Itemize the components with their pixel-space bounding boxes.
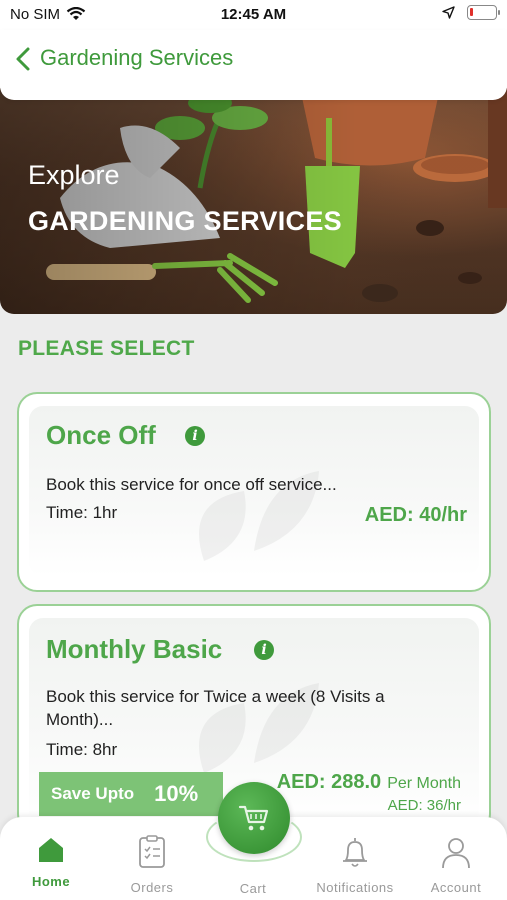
nav-cart[interactable]: Cart (208, 869, 298, 896)
banner-subtitle: Explore (28, 160, 120, 190)
battery-icon (467, 5, 500, 20)
save-value: 10% (154, 781, 199, 806)
bell-icon (343, 838, 367, 867)
price-unit: Per Month (387, 775, 461, 792)
banner-title: GARDENING SERVICES (28, 206, 342, 236)
hourly-price: AED: 36/hr (387, 797, 461, 814)
nav-home[interactable]: Home (6, 835, 96, 889)
card-description: Book this service for once off service..… (46, 475, 337, 494)
info-icon[interactable]: i (185, 426, 205, 446)
nav-notifications[interactable]: Notifications (310, 835, 400, 895)
card-price: AED: 288.0 Per Month (277, 771, 461, 794)
account-icon (442, 838, 470, 869)
cart-button[interactable] (218, 782, 290, 854)
app-header: Gardening Services (0, 30, 507, 100)
nav-orders[interactable]: Orders (107, 835, 197, 895)
card-time: Time: 1hr (46, 503, 118, 522)
nav-label: Cart (239, 881, 267, 896)
nav-account[interactable]: Account (411, 835, 501, 895)
save-label: Save Upto (51, 784, 135, 803)
back-chevron-icon[interactable] (12, 44, 36, 74)
page-title: Gardening Services (40, 45, 234, 70)
nav-label: Home (31, 874, 71, 889)
card-body: Once Off i Book this service for once of… (29, 406, 479, 576)
section-title: PLEASE SELECT (18, 337, 195, 360)
card-title: Once Off (46, 420, 156, 450)
hero-banner: Explore GARDENING SERVICES (0, 88, 507, 314)
nav-label: Orders (130, 880, 174, 895)
card-time: Time: 8hr (46, 740, 118, 759)
card-title: Monthly Basic (46, 634, 223, 664)
status-bar: No SIM 12:45 AM (0, 0, 507, 30)
home-icon (39, 838, 63, 862)
location-arrow-icon (442, 6, 455, 19)
info-icon[interactable]: i (254, 640, 274, 660)
status-time: 12:45 AM (220, 6, 287, 23)
card-price: AED: 40/hr (364, 504, 467, 526)
cart-icon (238, 805, 269, 831)
price-value: AED: 288.0 (276, 771, 382, 793)
orders-icon (139, 835, 165, 868)
service-card-once-off[interactable]: Once Off i Book this service for once of… (17, 392, 491, 592)
nav-label: Notifications (316, 880, 394, 895)
save-badge: Save Upto 10% (39, 772, 223, 816)
nav-label: Account (430, 880, 482, 895)
card-description: Book this service for Twice a week (8 Vi… (46, 687, 385, 729)
